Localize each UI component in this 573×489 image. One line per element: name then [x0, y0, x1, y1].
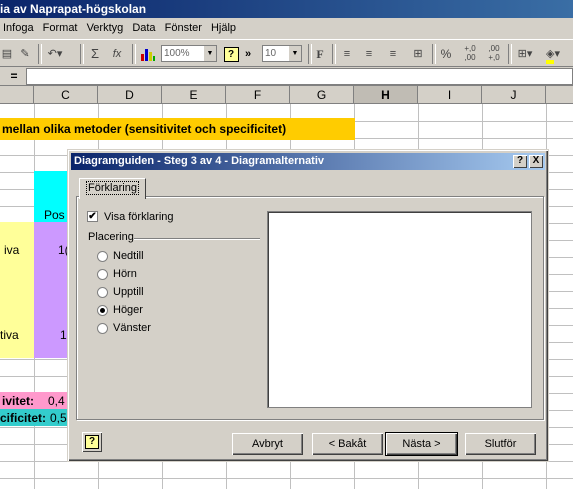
undo-icon[interactable]: ↶▾	[44, 44, 66, 64]
font-size-combo[interactable]: 10 ▼	[262, 45, 302, 62]
align-right-icon[interactable]: ≡	[384, 44, 402, 64]
font-size-value: 10	[265, 48, 277, 59]
show-legend-label[interactable]: Visa förklaring	[104, 211, 174, 224]
column-header-j[interactable]: J	[482, 86, 546, 104]
column-header-h[interactable]: H	[354, 86, 418, 104]
align-center-icon[interactable]: ≡	[360, 44, 378, 64]
zoom-combo[interactable]: 100% ▼	[161, 45, 217, 62]
toolbar: ▤ ✎ ↶▾ Σ fx 100% ▼ ? » 10 ▼ F ≡ ≡ ≡ ⊞ % …	[0, 39, 573, 67]
column-header-d[interactable]: D	[98, 86, 162, 104]
sensitivity-value: 0,4	[48, 394, 65, 408]
column-header-f[interactable]: F	[226, 86, 290, 104]
format-painter-icon[interactable]: ✎	[16, 44, 34, 64]
radio-horn[interactable]	[97, 269, 108, 280]
specificity-label: cificitet:	[0, 411, 47, 425]
column-header-c[interactable]: C	[34, 86, 98, 104]
radio-vanster[interactable]	[97, 323, 108, 334]
back-button[interactable]: < Bakåt	[312, 433, 383, 455]
toolbar-overflow-icon[interactable]: »	[243, 44, 253, 64]
radio-label-upptill[interactable]: Upptill	[113, 286, 144, 299]
formula-equals-button[interactable]: =	[4, 68, 24, 85]
finish-button[interactable]: Slutför	[465, 433, 536, 455]
chart-wizard-icon[interactable]	[138, 44, 158, 64]
next-button[interactable]: Nästa >	[385, 432, 458, 456]
row-label-2: tiva	[0, 328, 19, 342]
radio-hoger[interactable]	[97, 305, 108, 316]
chevron-down-icon: ▼	[289, 46, 301, 61]
chart-preview	[267, 211, 532, 408]
paste-icon[interactable]: ▤	[0, 44, 14, 64]
bold-button[interactable]: F	[313, 44, 327, 64]
fill-color-icon[interactable]: ◈▾	[540, 44, 566, 64]
dialog-title: Diagramguiden - Steg 3 av 4 - Diagramalt…	[74, 155, 325, 167]
align-left-icon[interactable]: ≡	[338, 44, 356, 64]
row-label-1: iva	[4, 243, 20, 257]
radio-label-hoger[interactable]: Höger	[113, 304, 143, 317]
office-assistant-button[interactable]: ?	[82, 432, 102, 452]
menu-fonster[interactable]: Fönster	[162, 18, 205, 39]
row-value-2: 1	[60, 328, 67, 342]
title-help-button[interactable]: ?	[513, 155, 527, 168]
decrease-decimal-button[interactable]: ,00 +,0	[484, 44, 504, 64]
radio-label-nedtill[interactable]: Nedtill	[113, 250, 144, 263]
function-icon[interactable]: fx	[108, 44, 126, 64]
zoom-value: 100%	[164, 48, 190, 59]
increase-decimal-button[interactable]: +,0 ,00	[460, 44, 480, 64]
help-icon: ?	[85, 435, 99, 449]
percent-button[interactable]: %	[438, 44, 454, 64]
sensitivity-label: ivitet:	[2, 394, 35, 408]
column-header-k[interactable]	[546, 86, 573, 104]
help-icon[interactable]: ?	[222, 44, 240, 64]
formula-input[interactable]	[26, 68, 573, 85]
window-title: ia av Naprapat-högskolan	[0, 2, 147, 16]
title-close-button[interactable]: X	[529, 155, 543, 168]
tab-label: Förklaring	[86, 181, 139, 195]
column-header-i[interactable]: I	[418, 86, 482, 104]
placement-group-label: Placering	[88, 231, 134, 243]
merge-center-icon[interactable]: ⊞	[408, 44, 428, 64]
dialog-title-bar: Diagramguiden - Steg 3 av 4 - Diagramalt…	[71, 153, 545, 170]
menu-format[interactable]: Format	[40, 18, 81, 39]
radio-nedtill[interactable]	[97, 251, 108, 262]
cancel-button[interactable]: Avbryt	[232, 433, 303, 455]
formula-bar: =	[0, 67, 573, 86]
menu-hjalp[interactable]: Hjälp	[208, 18, 239, 39]
radio-label-vanster[interactable]: Vänster	[113, 322, 151, 335]
column-header-b[interactable]	[0, 86, 34, 104]
show-legend-checkbox[interactable]: ✔	[87, 211, 98, 222]
menu-bar: Infoga Format Verktyg Data Fönster Hjälp	[0, 18, 573, 39]
group-divider	[134, 238, 260, 240]
column-header-e[interactable]: E	[162, 86, 226, 104]
borders-icon[interactable]: ⊞▾	[514, 44, 536, 64]
menu-data[interactable]: Data	[129, 18, 158, 39]
window-title-bar: ia av Naprapat-högskolan	[0, 0, 573, 18]
autosum-icon[interactable]: Σ	[86, 44, 104, 64]
radio-upptill[interactable]	[97, 287, 108, 298]
column-header-g[interactable]: G	[290, 86, 354, 104]
chart-wizard-dialog: Diagramguiden - Steg 3 av 4 - Diagramalt…	[67, 149, 549, 462]
sheet-heading: mellan olika metoder (sensitivitet och s…	[2, 122, 287, 136]
menu-infoga[interactable]: Infoga	[0, 18, 37, 39]
pos-label: Pos	[44, 208, 65, 222]
tab-forklaring[interactable]: Förklaring	[79, 178, 146, 199]
radio-label-horn[interactable]: Hörn	[113, 268, 137, 281]
menu-verktyg[interactable]: Verktyg	[84, 18, 127, 39]
chevron-down-icon: ▼	[204, 46, 216, 61]
